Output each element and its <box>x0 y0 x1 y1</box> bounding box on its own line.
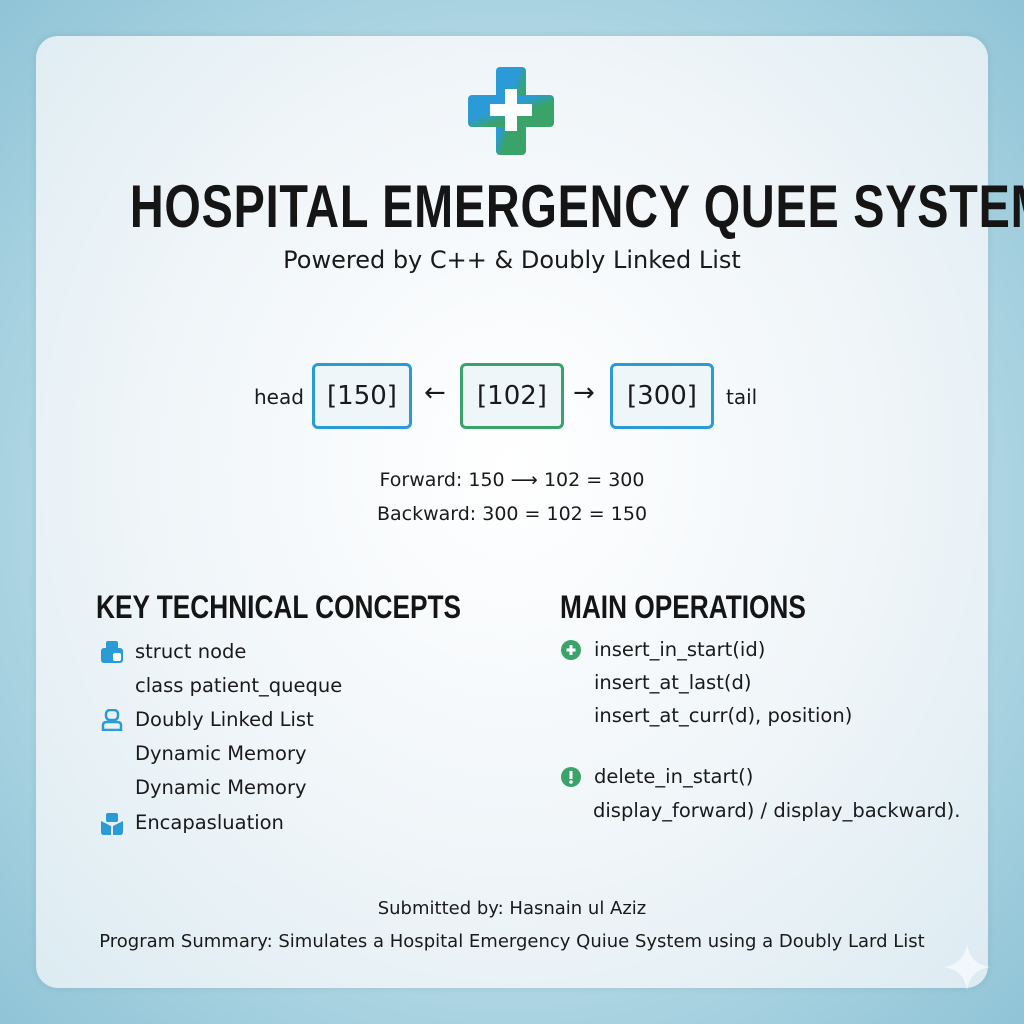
delete-circle-icon <box>561 767 581 787</box>
concept-item: Doubly Linked List <box>135 708 314 731</box>
encapsulation-icon <box>101 813 123 835</box>
struct-icon <box>101 641 123 663</box>
concept-item: class patient_queque <box>135 674 343 697</box>
forward-traversal: Forward: 150 ⟶ 102 = 300 <box>379 469 645 491</box>
medical-cross-logo <box>468 67 554 155</box>
next-arrow: → <box>573 378 595 408</box>
program-summary: Program Summary: Simulates a Hospital Em… <box>99 931 925 952</box>
prev-arrow: ← <box>424 378 446 408</box>
submitted-by: Submitted by: Hasnain ul Aziz <box>377 898 647 919</box>
concept-item: Encapasluation <box>135 811 284 834</box>
tail-label: tail <box>726 385 758 409</box>
operation-item: insert_at_last(d) <box>594 671 752 694</box>
sparkle-icon <box>944 944 990 990</box>
head-label: head <box>254 385 304 409</box>
list-node-tail: [300] <box>610 363 714 429</box>
list-node-head: [150] <box>312 363 412 429</box>
backward-traversal: Backward: 300 = 102 = 150 <box>376 503 648 525</box>
concept-item: Dynamic Memory <box>135 742 307 765</box>
page-title: HOSPITAL EMERGENCY QUEE SYSTEM <box>129 173 1024 240</box>
plus-circle-icon <box>561 640 581 660</box>
concept-item: struct node <box>135 640 247 663</box>
operation-item: display_forward) / display_backward). <box>593 799 961 822</box>
operation-item: insert_in_start(id) <box>594 638 766 661</box>
list-node-middle: [102] <box>460 363 564 429</box>
user-icon <box>101 709 123 731</box>
operation-item: delete_in_start() <box>594 765 754 788</box>
subtitle: Powered by C++ & Doubly Linked List <box>283 246 741 274</box>
concept-item: Dynamic Memory <box>135 776 307 799</box>
concepts-heading: KEY TECHNICAL CONCEPTS <box>96 589 461 625</box>
operation-item: insert_at_curr(d), position) <box>594 704 853 727</box>
operations-heading: MAIN OPERATIONS <box>560 589 806 625</box>
